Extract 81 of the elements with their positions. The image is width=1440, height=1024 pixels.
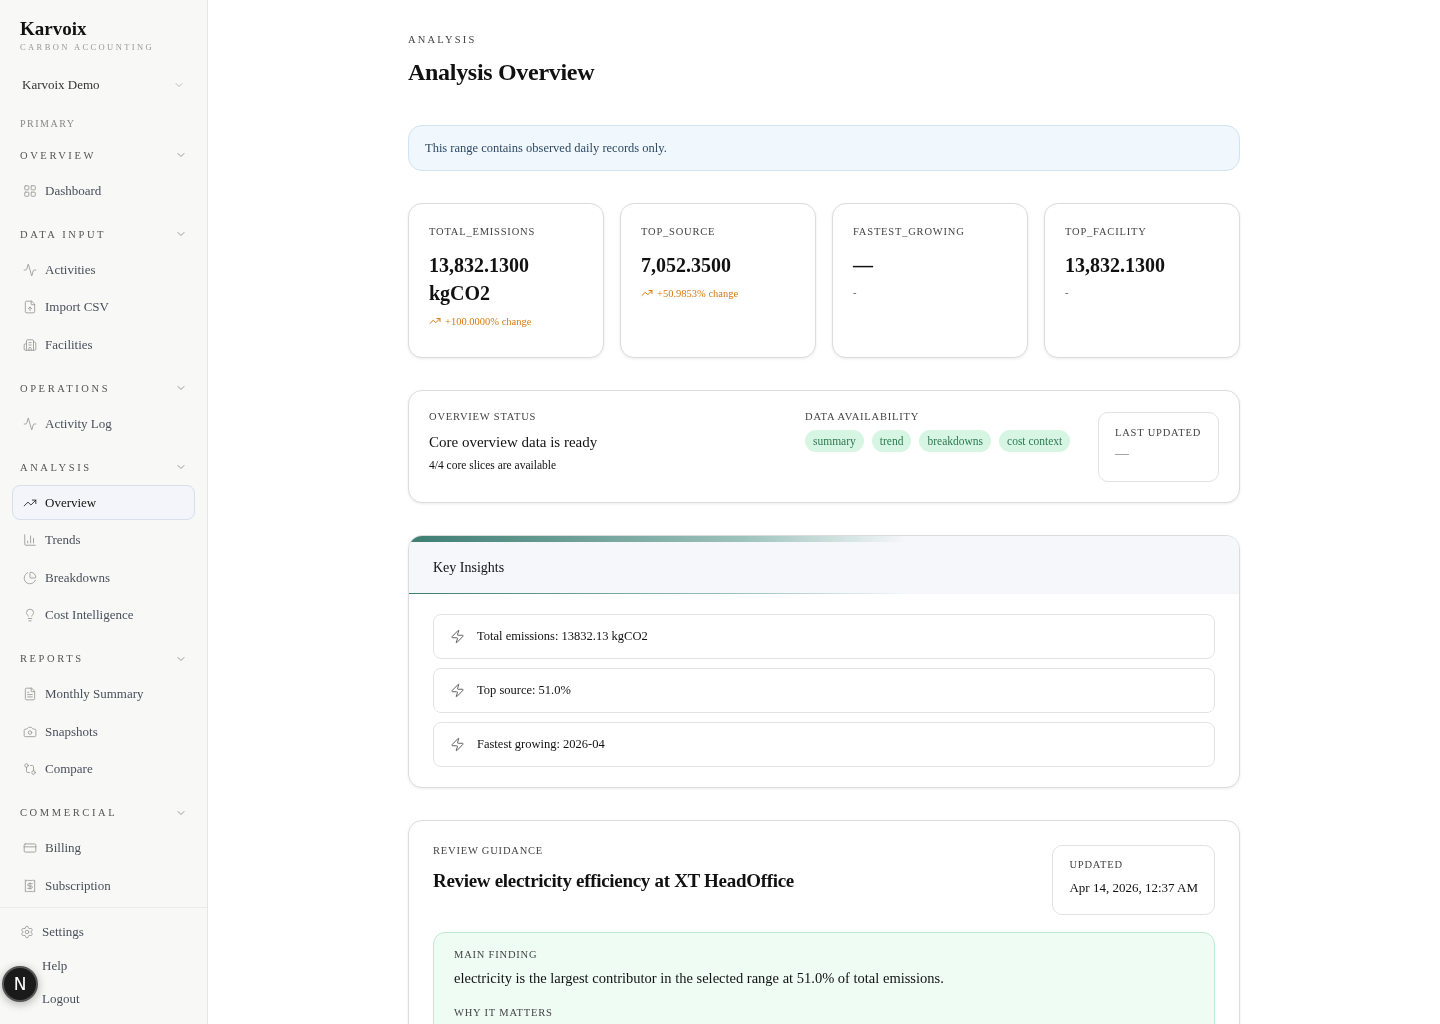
insight-text: Total emissions: 13832.13 kgCO2 — [477, 629, 648, 644]
metric-change: +50.9853% change — [657, 287, 739, 299]
building-icon — [23, 337, 37, 352]
lightbulb-icon — [23, 608, 37, 622]
grid-icon — [23, 183, 37, 198]
file-upload-icon — [23, 300, 37, 314]
nav-item[interactable]: Activity Log — [12, 406, 195, 441]
availability-tag: cost context — [999, 430, 1071, 452]
nav-item[interactable]: Import CSV — [12, 289, 195, 325]
bar-chart-icon — [23, 533, 37, 547]
metric-value: — — [853, 253, 874, 278]
insight-text: Fastest growing: 2026-04 — [477, 737, 605, 752]
metric-label: TOTAL_EMISSIONS — [429, 226, 537, 237]
trend-up-icon — [641, 287, 653, 299]
metric-label: FASTEST_GROWING — [853, 226, 966, 237]
availability-tag: summary — [805, 430, 864, 452]
insight-text: Top source: 51.0% — [477, 683, 571, 698]
last-updated-label: LAST UPDATED — [1115, 427, 1202, 438]
nav-item[interactable]: Activities — [12, 252, 195, 287]
nav-item[interactable]: Cost Intelligence — [12, 597, 195, 633]
trend-up-icon — [429, 315, 441, 327]
finding-text: electricity is the largest contributor in the selected range at 51.0% of total emissions. — [454, 970, 945, 987]
lightning-icon — [450, 737, 465, 752]
nav-group-header[interactable]: OVERVIEW — [12, 145, 195, 165]
metric-value: 13,832.1300 kgCO2 — [429, 253, 530, 307]
last-updated-value: — — [1115, 446, 1130, 462]
dev-tools-badge[interactable]: N — [2, 966, 38, 1002]
nav-group-header[interactable]: ANALYSIS — [12, 457, 195, 477]
metric-change: - — [853, 287, 857, 298]
metric-label: TOP_SOURCE — [641, 226, 717, 237]
nav-item[interactable]: Dashboard — [12, 173, 195, 208]
nav-item[interactable]: Breakdowns — [12, 560, 195, 595]
nav-group-header[interactable]: COMMERCIAL — [12, 802, 195, 823]
nav-item[interactable]: Compare — [12, 751, 195, 787]
nav-item[interactable]: Settings — [12, 915, 92, 949]
finding-label: MAIN FINDING — [454, 949, 539, 960]
credit-card-icon — [23, 841, 37, 855]
guidance-label: REVIEW GUIDANCE — [433, 845, 545, 856]
pulse-icon — [23, 416, 37, 431]
brand-name: Karvoix — [19, 18, 88, 40]
nav-group-header[interactable]: OPERATIONS — [12, 378, 195, 398]
availability-tag: breakdowns — [919, 430, 992, 452]
nav-item[interactable]: Trends — [12, 522, 195, 558]
insights-title: Key Insights — [409, 536, 1239, 594]
nav-group-header[interactable]: DATA INPUT — [12, 224, 195, 244]
availability-tag: trend — [871, 430, 912, 452]
section-label: PRIMARY — [19, 118, 77, 129]
lightning-icon — [450, 683, 465, 698]
nav-item[interactable]: Monthly Summary — [12, 676, 195, 712]
nav-item[interactable]: Billing — [12, 830, 195, 866]
nav-item[interactable]: Facilities — [12, 327, 195, 362]
metric-value: 7,052.3500 — [641, 253, 732, 278]
status-label: OVERVIEW STATUS — [429, 411, 538, 422]
metric-value: 13,832.1300 — [1065, 253, 1166, 278]
metric-label: TOP_FACILITY — [1065, 226, 1148, 237]
status-detail: 4/4 core slices are available — [429, 459, 558, 471]
nav-group-header[interactable]: REPORTS — [12, 648, 195, 669]
compare-icon — [23, 762, 37, 776]
why-label: WHY IT MATTERS — [454, 1007, 554, 1018]
availability-label: DATA AVAILABILITY — [805, 411, 921, 422]
workspace-selector[interactable]: Karvoix Demo — [12, 74, 195, 96]
settings-icon — [20, 925, 34, 940]
brand-tagline: CARBON ACCOUNTING — [19, 42, 156, 52]
lightning-icon — [450, 629, 465, 644]
metric-change: +100.0000% change — [445, 315, 532, 327]
guidance-title: Review electricity efficiency at XT HeadOffice — [433, 870, 794, 892]
page-eyebrow: ANALYSIS — [408, 34, 478, 45]
nav-item[interactable]: Snapshots — [12, 714, 195, 749]
pulse-icon — [23, 262, 37, 277]
page-title: Analysis Overview — [408, 59, 596, 86]
receipt-icon — [23, 878, 37, 893]
document-icon — [23, 687, 37, 701]
info-banner: This range contains observed daily records only. — [408, 125, 1240, 171]
updated-value: Apr 14, 2026, 12:37 AM — [1069, 880, 1198, 896]
status-title: Core overview data is ready — [429, 434, 599, 451]
nav-item[interactable]: Subscription — [12, 868, 195, 903]
updated-label: UPDATED — [1069, 859, 1124, 870]
camera-icon — [23, 724, 37, 739]
pie-chart-icon — [23, 570, 37, 585]
metric-change: - — [1065, 287, 1069, 298]
nav-item[interactable]: Overview — [12, 485, 195, 520]
